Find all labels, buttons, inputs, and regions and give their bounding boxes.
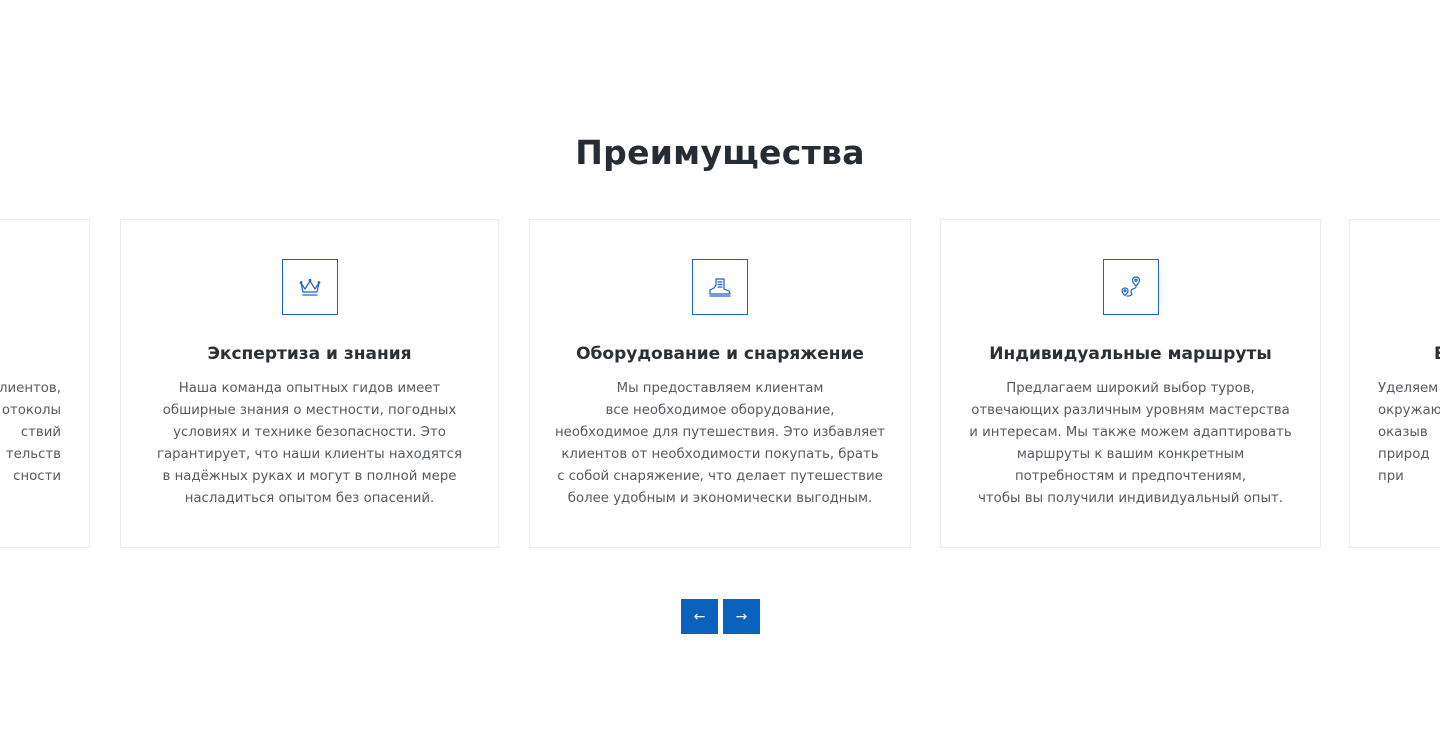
card-text: лиентов, отоколы ствий тельств сности bbox=[0, 381, 61, 484]
advantages-section: Преимущества лиентов, отоколы ствий тель… bbox=[0, 0, 1440, 734]
prev-slide-button[interactable]: ← bbox=[681, 599, 718, 634]
advantage-card-partial-right: Б Уделяем окружаю оказыв природ при bbox=[1349, 219, 1440, 548]
crown-icon bbox=[281, 259, 338, 315]
slider-navigation: ← → bbox=[681, 599, 760, 634]
card-title: Б bbox=[1434, 342, 1440, 366]
advantage-card-routes: Индивидуальные маршруты Предлагаем широк… bbox=[940, 219, 1321, 548]
route-pins-icon bbox=[1102, 259, 1159, 315]
card-text: Наша команда опытных гидов имеет обширны… bbox=[157, 381, 462, 506]
card-title: Индивидуальные маршруты bbox=[989, 344, 1272, 364]
hiking-boot-icon bbox=[692, 259, 748, 315]
card-text: Уделяем окружаю оказыв природ при bbox=[1378, 381, 1440, 484]
card-text: Мы предоставляем клиентам все необходимо… bbox=[554, 381, 886, 506]
advantages-slider[interactable]: лиентов, отоколы ствий тельств сности Эк… bbox=[0, 219, 1440, 550]
next-slide-button[interactable]: → bbox=[723, 599, 760, 634]
card-text: Предлагаем широкий выбор туров, отвечающ… bbox=[969, 381, 1292, 506]
advantage-card-partial-left: лиентов, отоколы ствий тельств сности bbox=[0, 219, 90, 548]
card-title: Экспертиза и знания bbox=[207, 344, 412, 364]
section-title: Преимущества bbox=[575, 133, 865, 172]
card-title: Оборудование и снаряжение bbox=[576, 344, 864, 364]
advantage-card-equipment: Оборудование и снаряжение Мы предоставля… bbox=[529, 219, 911, 548]
advantage-card-expertise: Экспертиза и знания Наша команда опытных… bbox=[120, 219, 499, 548]
